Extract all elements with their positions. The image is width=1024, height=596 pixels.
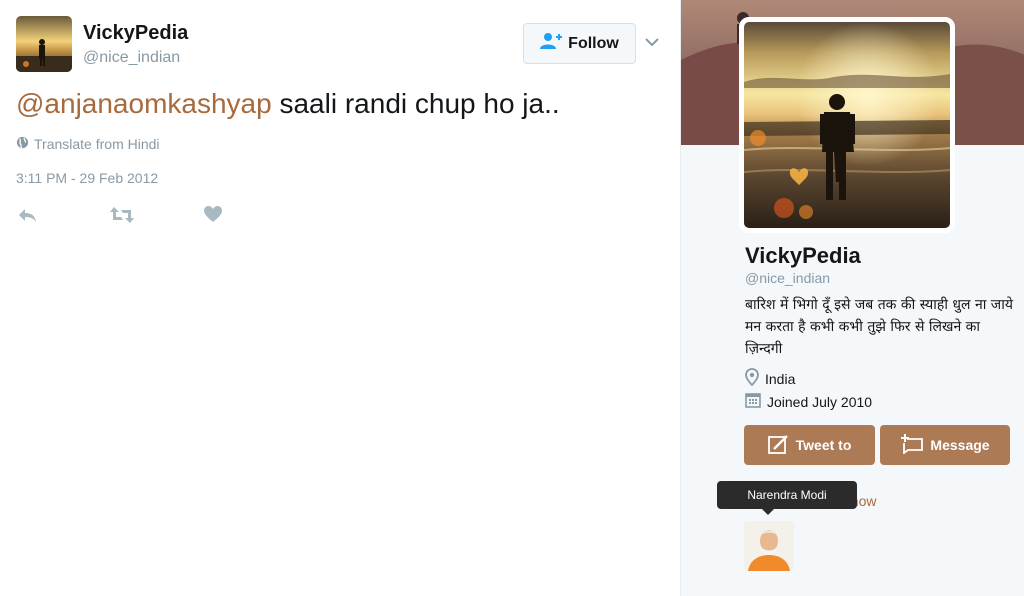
follow-button[interactable]: Follow (523, 23, 636, 64)
location-pin-icon (745, 368, 759, 389)
translate-link[interactable]: Translate from Hindi (16, 136, 160, 152)
author-avatar[interactable] (16, 16, 72, 72)
message-icon (900, 433, 924, 457)
translate-label: Translate from Hindi (34, 136, 160, 152)
mention-link[interactable]: @anjanaomkashyap (16, 88, 272, 119)
calendar-icon (745, 392, 761, 411)
author-name[interactable]: VickyPedia (83, 22, 188, 45)
tweet-body: saali randi chup ho ja.. (271, 88, 560, 119)
message-button[interactable]: Message (880, 425, 1010, 465)
tweet-to-icon (767, 434, 790, 457)
tweet-text: @anjanaomkashyap saali randi chup ho ja.… (16, 88, 560, 120)
tooltip: Narendra Modi (717, 481, 857, 509)
globe-icon (16, 136, 29, 152)
profile-joined: Joined July 2010 (745, 392, 872, 411)
author-handle[interactable]: @nice_indian (83, 49, 180, 67)
profile-card: VickyPedia @nice_indian बारिश में भिगो द… (680, 0, 1024, 596)
tweet-timestamp[interactable]: 3:11 PM - 29 Feb 2012 (16, 170, 158, 186)
location-text: India (765, 370, 796, 387)
profile-avatar[interactable] (739, 17, 955, 233)
retweet-icon[interactable] (109, 205, 135, 225)
profile-name[interactable]: VickyPedia (745, 243, 861, 269)
profile-location: India (745, 368, 795, 389)
tooltip-arrow (762, 509, 774, 515)
profile-bio: बारिश में भिगो दूँ इसे जब तक की स्याही ध… (745, 297, 1013, 357)
tweet-panel: VickyPedia @nice_indian Follow @anjanaom… (0, 0, 680, 596)
follow-label: Follow (568, 34, 619, 52)
profile-handle[interactable]: @nice_indian (745, 270, 830, 286)
follower-avatar[interactable] (744, 521, 794, 571)
tweet-to-button[interactable]: Tweet to (744, 425, 875, 465)
follow-person-icon (540, 32, 563, 55)
message-label: Message (930, 437, 990, 453)
reply-icon[interactable] (17, 205, 39, 225)
joined-text: Joined July 2010 (767, 393, 873, 410)
tweet-to-label: Tweet to (795, 437, 852, 453)
like-icon[interactable] (203, 205, 225, 225)
chevron-down-icon[interactable] (644, 34, 660, 50)
